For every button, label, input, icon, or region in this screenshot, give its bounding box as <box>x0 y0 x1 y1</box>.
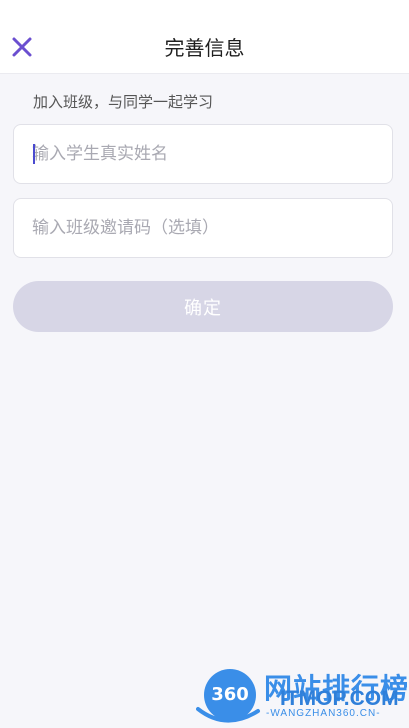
form-subtitle: 加入班级，与同学一起学习 <box>33 93 214 111</box>
student-name-input[interactable] <box>13 124 393 184</box>
text-caret <box>33 144 35 164</box>
watermark-logo: 360 网站排行榜 ITMOP.COM -WANGZHAN360.CN- <box>196 667 409 728</box>
top-bar: 完善信息 <box>0 0 409 74</box>
watermark-subtext: -WANGZHAN360.CN- <box>266 708 381 719</box>
confirm-button[interactable]: 确定 <box>13 281 393 332</box>
page-title: 完善信息 <box>164 36 245 60</box>
class-code-input[interactable] <box>13 198 393 258</box>
logo-number: 360 <box>204 669 256 721</box>
